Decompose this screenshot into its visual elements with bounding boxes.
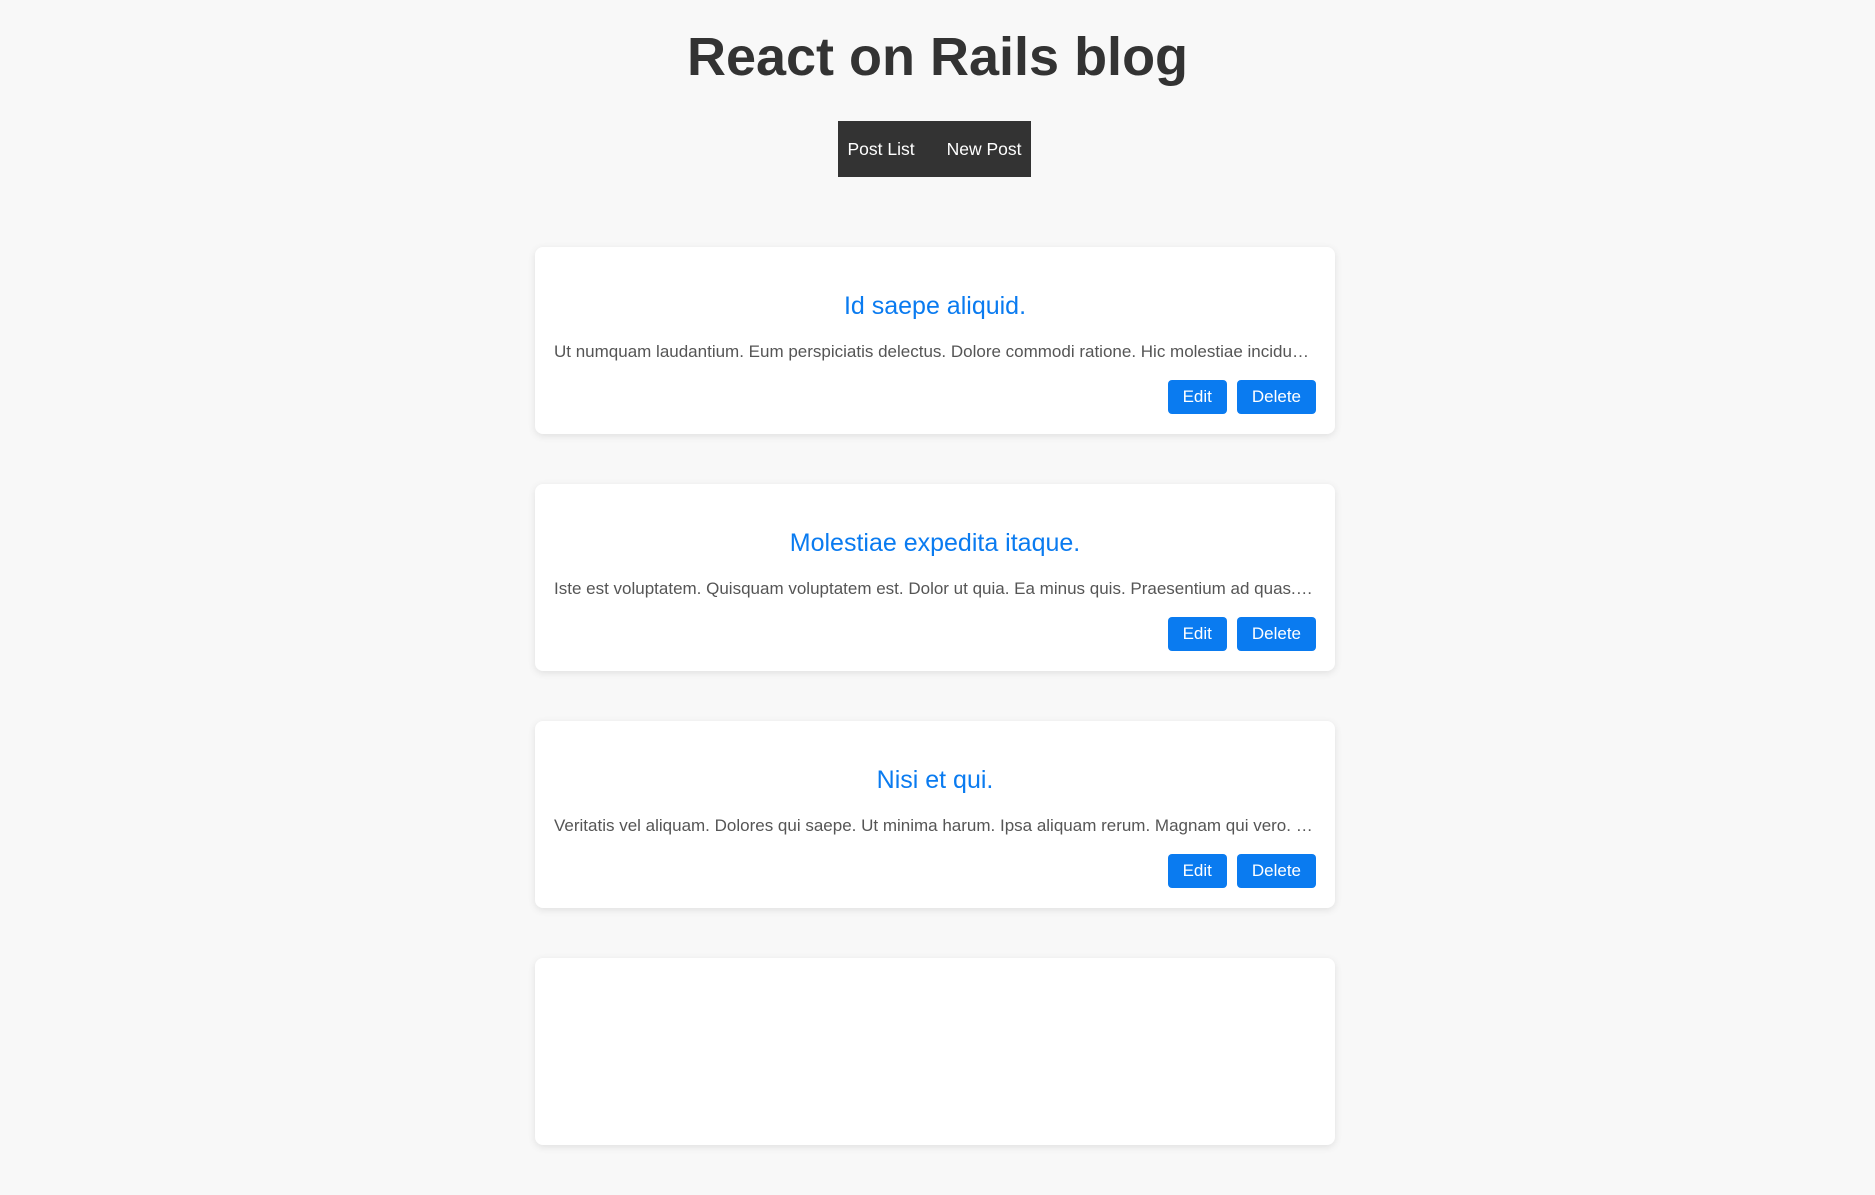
- post-excerpt: Veritatis vel aliquam. Dolores qui saepe…: [554, 816, 1316, 835]
- nav-link-post-list[interactable]: Post List: [832, 121, 931, 177]
- post-list: Id saepe aliquid. Ut numquam laudantium.…: [535, 247, 1335, 1195]
- edit-button[interactable]: Edit: [1167, 380, 1227, 414]
- delete-button[interactable]: Delete: [1236, 854, 1316, 888]
- post-excerpt: Ut numquam laudantium. Eum perspiciatis …: [554, 342, 1316, 361]
- post-card: Molestiae expedita itaque. Iste est volu…: [535, 484, 1335, 671]
- post-actions: Edit Delete: [1167, 854, 1316, 888]
- post-actions: Edit Delete: [1167, 380, 1316, 414]
- edit-button[interactable]: Edit: [1167, 617, 1227, 651]
- main-nav: Post List New Post: [838, 121, 1031, 177]
- post-card: Id saepe aliquid. Ut numquam laudantium.…: [535, 247, 1335, 434]
- post-actions: Edit Delete: [1167, 617, 1316, 651]
- nav-link-new-post[interactable]: New Post: [931, 121, 1038, 177]
- post-title-link[interactable]: Molestiae expedita itaque.: [535, 527, 1335, 559]
- post-card: [535, 958, 1335, 1145]
- edit-button[interactable]: Edit: [1167, 854, 1227, 888]
- delete-button[interactable]: Delete: [1236, 380, 1316, 414]
- page-title: React on Rails blog: [686, 27, 1189, 87]
- delete-button[interactable]: Delete: [1236, 617, 1316, 651]
- post-card: Nisi et qui. Veritatis vel aliquam. Dolo…: [535, 721, 1335, 908]
- post-excerpt: Iste est voluptatem. Quisquam voluptatem…: [554, 579, 1316, 598]
- post-title-link[interactable]: Id saepe aliquid.: [535, 290, 1335, 322]
- post-title-link[interactable]: Nisi et qui.: [535, 764, 1335, 796]
